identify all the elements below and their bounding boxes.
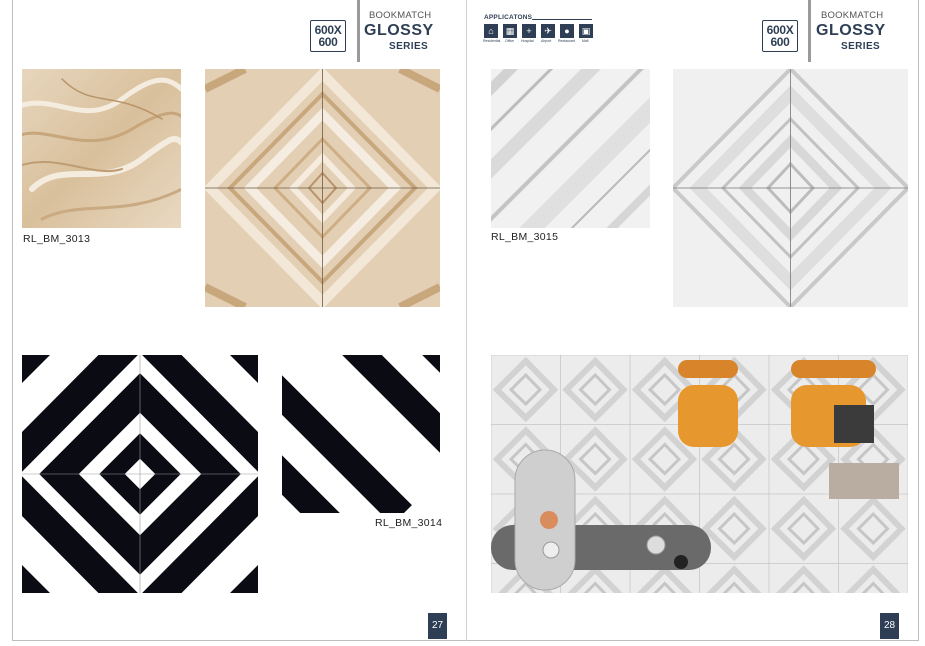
restaurant-icon: ● — [560, 24, 574, 38]
mall-icon: ▣ — [579, 24, 593, 38]
size-badge: 600X 600 — [762, 20, 798, 52]
app-label: Mall — [582, 39, 589, 43]
size-badge: 600X 600 — [310, 20, 346, 52]
tile-code: RL_BM_3013 — [23, 233, 91, 245]
app-label: Airport — [541, 39, 552, 43]
hospital-icon: + — [522, 24, 536, 38]
tile-image-3014-bookmatch — [22, 355, 258, 593]
app-label: Residential — [483, 39, 501, 43]
page-number: 28 — [880, 613, 899, 639]
app-label: Hospital — [521, 39, 534, 43]
tile-code: RL_BM_3014 — [375, 517, 443, 529]
series-name: GLOSSY — [816, 22, 886, 39]
page-gutter — [466, 0, 467, 641]
tile-image-3013-single — [22, 69, 181, 228]
size-bottom-text: 600 — [770, 35, 790, 49]
header-divider — [357, 0, 360, 62]
header-divider — [808, 0, 811, 62]
bookmatch-label: BOOKMATCH — [821, 10, 884, 21]
app-label: Restaurant — [558, 39, 576, 43]
applications-rule — [532, 19, 592, 20]
series-suffix: SERIES — [841, 41, 881, 52]
app-label: Office — [505, 39, 515, 43]
tile-image-3015-single — [491, 69, 650, 228]
office-icon: ▦ — [503, 24, 517, 38]
series-name: GLOSSY — [364, 22, 434, 39]
applications-title: APPLICATONS — [484, 14, 533, 21]
residential-icon: ⌂ — [484, 24, 498, 38]
size-bottom-text: 600 — [318, 35, 338, 49]
tile-code: RL_BM_3015 — [491, 231, 559, 243]
airport-icon: ✈ — [541, 24, 555, 38]
tile-image-3014-single — [282, 355, 440, 513]
page-number: 27 — [428, 613, 447, 639]
series-suffix: SERIES — [389, 41, 429, 52]
bookmatch-label: BOOKMATCH — [369, 10, 432, 21]
tile-image-3013-bookmatch — [205, 69, 440, 307]
tile-image-3015-bookmatch — [673, 69, 908, 307]
room-scene-image — [491, 355, 908, 593]
